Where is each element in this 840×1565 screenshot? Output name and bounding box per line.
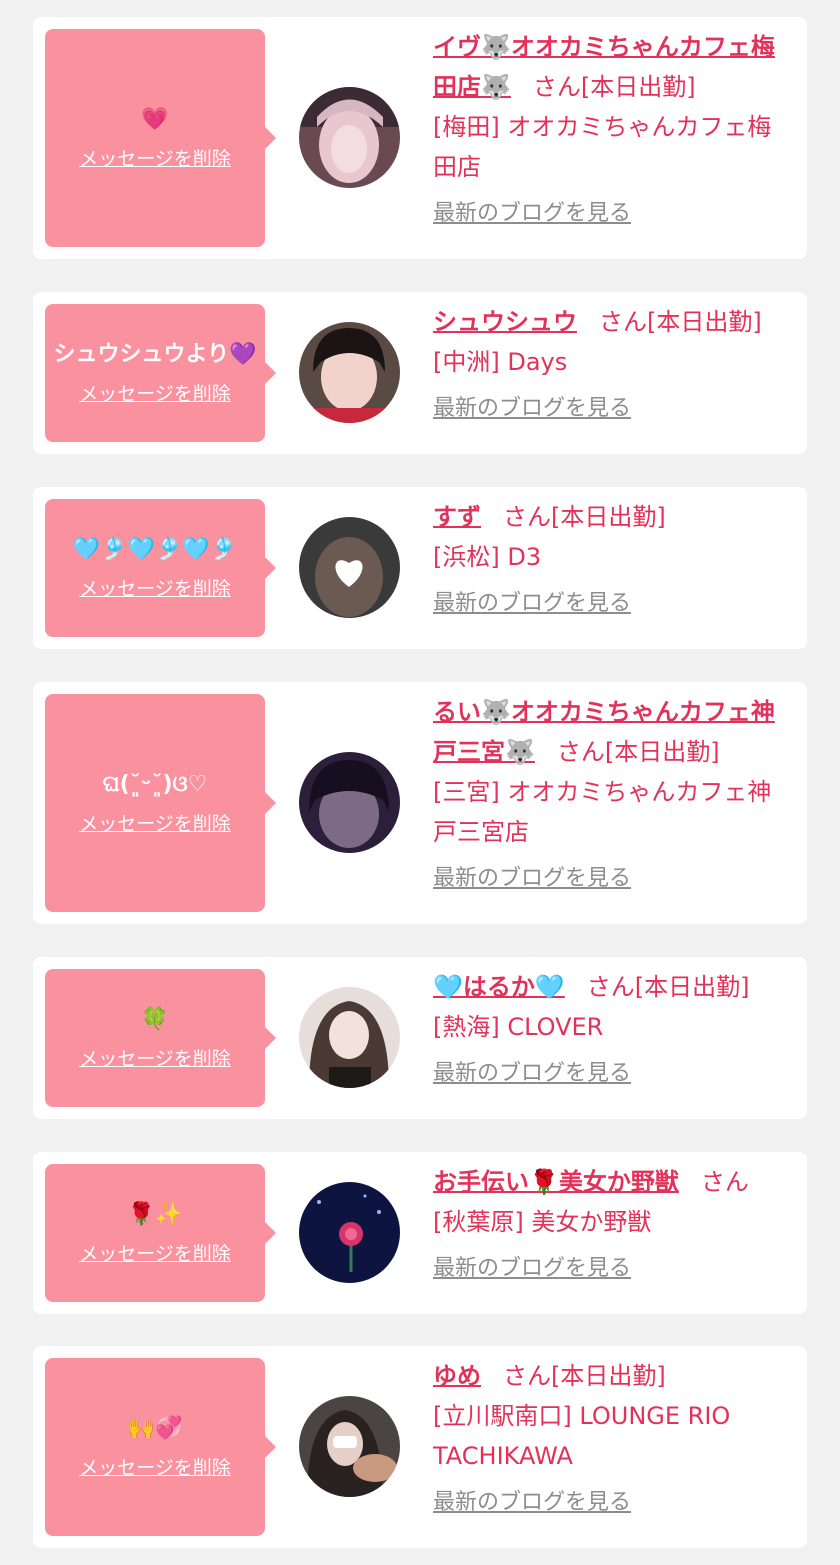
delete-message-link[interactable]: メッセージを削除	[79, 380, 231, 408]
message-text: 💗	[141, 107, 169, 132]
avatar[interactable]	[299, 517, 400, 618]
avatar[interactable]	[299, 1182, 400, 1283]
name-line: すず さん[本日出勤]	[433, 497, 789, 537]
card-info: ゆめ さん[本日出勤] [立川駅南口] LOUNGE RIO TACHIKAWA …	[433, 1356, 789, 1518]
name-line: お手伝い🌹美女か野獣 さん	[433, 1162, 789, 1202]
name-line: イヴ🐺オオカミちゃんカフェ梅田店🐺 さん[本日出勤]	[433, 27, 789, 107]
cast-name-link[interactable]: ゆめ	[433, 1362, 481, 1390]
message-bubble: ଘ(˘͈ᵕ˘͈)ଓ♡ メッセージを削除	[45, 694, 276, 912]
avatar-image	[299, 322, 400, 423]
avatar[interactable]	[299, 322, 400, 423]
avatar[interactable]	[299, 987, 400, 1088]
name-line: るい🐺オオカミちゃんカフェ神戸三宮🐺 さん[本日出勤]	[433, 692, 789, 772]
cast-name-link[interactable]: お手伝い🌹美女か野獣	[433, 1168, 679, 1196]
status-text: さん[本日出勤]	[556, 738, 720, 766]
message-text: 🩵🎐🩵🎐🩵🎐	[72, 537, 238, 562]
status-text: さん	[700, 1168, 749, 1196]
delete-message-link[interactable]: メッセージを削除	[79, 1454, 231, 1482]
delete-message-link[interactable]: メッセージを削除	[79, 1240, 231, 1268]
delete-message-link[interactable]: メッセージを削除	[79, 1045, 231, 1073]
cast-name-link[interactable]: シュウシュウ	[433, 308, 577, 336]
status-text: さん[本日出勤]	[586, 973, 750, 1001]
blog-link[interactable]: 最新のブログを見る	[433, 864, 631, 894]
message-text: 🙌💞	[127, 1416, 183, 1441]
avatar-image	[299, 1182, 400, 1283]
card-info: シュウシュウ さん[本日出勤] [中洲] Days 最新のブログを見る	[433, 302, 789, 424]
avatar-image	[299, 1396, 400, 1497]
cast-name-link[interactable]: 🩵はるか🩵	[433, 973, 565, 1001]
blog-link[interactable]: 最新のブログを見る	[433, 1254, 631, 1284]
message-text: ଘ(˘͈ᵕ˘͈)ଓ♡	[102, 772, 208, 797]
card-info: お手伝い🌹美女か野獣 さん [秋葉原] 美女か野獣 最新のブログを見る	[433, 1162, 789, 1284]
blog-link[interactable]: 最新のブログを見る	[433, 1059, 631, 1089]
message-bubble: シュウシュウより💜 メッセージを削除	[45, 304, 276, 442]
status-text: さん[本日出勤]	[532, 73, 696, 101]
favorite-card: ଘ(˘͈ᵕ˘͈)ଓ♡ メッセージを削除 るい🐺オオカミちゃんカフェ神戸三宮🐺 さん…	[33, 682, 807, 924]
avatar[interactable]	[299, 1396, 400, 1497]
delete-message-link[interactable]: メッセージを削除	[79, 145, 231, 173]
avatar-image	[299, 987, 400, 1088]
card-info: すず さん[本日出勤] [浜松] D3 最新のブログを見る	[433, 497, 789, 619]
shop-text: [中洲] Days	[433, 348, 568, 376]
shop-text: [秋葉原] 美女か野獣	[433, 1208, 652, 1236]
shop-text: [梅田] オオカミちゃんカフェ梅田店	[433, 113, 772, 181]
message-bubble: 🌹✨ メッセージを削除	[45, 1164, 276, 1302]
shop-text: [三宮] オオカミちゃんカフェ神戸三宮店	[433, 778, 772, 846]
favorite-card: 🍀 メッセージを削除 🩵はるか🩵 さん[本日出勤] [熱海] CLOVER 最新の…	[33, 957, 807, 1119]
delete-message-link[interactable]: メッセージを削除	[79, 810, 231, 838]
shop-text: [浜松] D3	[433, 543, 542, 571]
blog-link[interactable]: 最新のブログを見る	[433, 394, 631, 424]
favorite-card: 🌹✨ メッセージを削除 お手伝い🌹美女か野獣 さん [秋葉原] 美女か野獣 最新の…	[33, 1152, 807, 1314]
card-info: 🩵はるか🩵 さん[本日出勤] [熱海] CLOVER 最新のブログを見る	[433, 967, 789, 1089]
message-bubble: 🙌💞 メッセージを削除	[45, 1358, 276, 1536]
message-bubble: 🍀 メッセージを削除	[45, 969, 276, 1107]
avatar-image	[299, 752, 400, 853]
favorite-card: シュウシュウより💜 メッセージを削除 シュウシュウ さん[本日出勤] [中洲] D…	[33, 292, 807, 454]
delete-message-link[interactable]: メッセージを削除	[79, 575, 231, 603]
name-line: ゆめ さん[本日出勤]	[433, 1356, 789, 1396]
message-text: 🌹✨	[127, 1202, 183, 1227]
blog-link[interactable]: 最新のブログを見る	[433, 199, 631, 229]
message-text: シュウシュウより💜	[53, 342, 257, 367]
message-bubble: 💗 メッセージを削除	[45, 29, 276, 247]
shop-text: [立川駅南口] LOUNGE RIO TACHIKAWA	[433, 1402, 731, 1470]
message-text: 🍀	[141, 1007, 169, 1032]
cast-name-link[interactable]: すず	[433, 503, 481, 531]
avatar-image	[299, 87, 400, 188]
name-line: シュウシュウ さん[本日出勤]	[433, 302, 789, 342]
favorite-card: 🙌💞 メッセージを削除 ゆめ さん[本日出勤] [立川駅南口] LOUNGE RI…	[33, 1346, 807, 1548]
favorite-card: 💗 メッセージを削除 イヴ🐺オオカミちゃんカフェ梅田店🐺 さん[本日出勤] [梅田…	[33, 17, 807, 259]
blog-link[interactable]: 最新のブログを見る	[433, 1488, 631, 1518]
shop-text: [熱海] CLOVER	[433, 1013, 604, 1041]
avatar[interactable]	[299, 752, 400, 853]
card-info: イヴ🐺オオカミちゃんカフェ梅田店🐺 さん[本日出勤] [梅田] オオカミちゃんカフ…	[433, 27, 789, 229]
favorite-card: 🩵🎐🩵🎐🩵🎐 メッセージを削除 すず さん[本日出勤] [浜松] D3 最新のブロ…	[33, 487, 807, 649]
name-line: 🩵はるか🩵 さん[本日出勤]	[433, 967, 789, 1007]
status-text: さん[本日出勤]	[503, 1362, 666, 1390]
card-info: るい🐺オオカミちゃんカフェ神戸三宮🐺 さん[本日出勤] [三宮] オオカミちゃんカ…	[433, 692, 789, 894]
blog-link[interactable]: 最新のブログを見る	[433, 589, 631, 619]
status-text: さん[本日出勤]	[599, 308, 762, 336]
message-bubble: 🩵🎐🩵🎐🩵🎐 メッセージを削除	[45, 499, 276, 637]
avatar-image	[299, 517, 400, 618]
avatar[interactable]	[299, 87, 400, 188]
status-text: さん[本日出勤]	[503, 503, 666, 531]
